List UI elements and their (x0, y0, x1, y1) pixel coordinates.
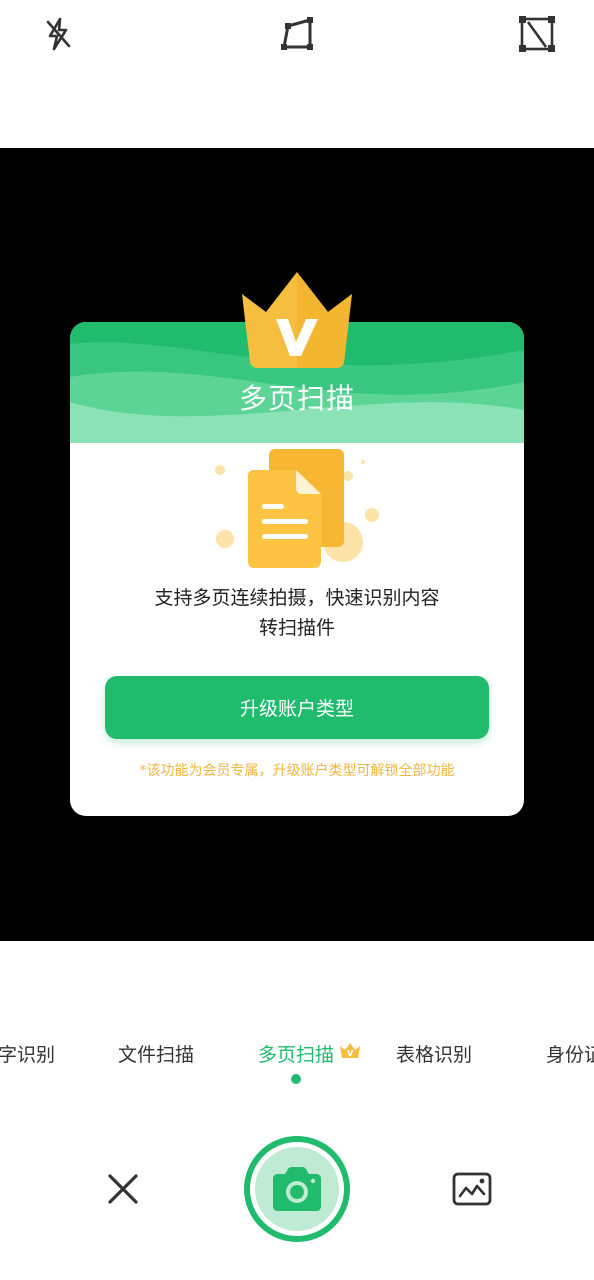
description-line-1: 支持多页连续拍摄，快速识别内容 (154, 587, 440, 609)
crop-edge-icon[interactable] (275, 12, 319, 56)
camera-icon (273, 1167, 321, 1211)
description-line-2: 转扫描件 (258, 617, 335, 639)
membership-note: *该功能为会员专属，升级账户类型可解锁全部功能 (139, 763, 455, 779)
mode-tab-table-recognition[interactable]: 表格识别 (396, 1040, 472, 1067)
popup-title: 多页扫描 (238, 382, 355, 415)
upgrade-button-label: 升级账户类型 (239, 698, 354, 720)
close-icon[interactable] (104, 1170, 142, 1208)
mode-tab-multi-page-scan[interactable]: 多页扫描 (258, 1040, 334, 1067)
flash-off-icon[interactable] (36, 12, 80, 56)
vip-mini-crown-icon (339, 1042, 361, 1060)
mode-tab-id-card[interactable]: 身份证 (546, 1040, 594, 1067)
mode-tab-text-recognition[interactable]: 字识别 (0, 1040, 55, 1067)
vip-crown-icon (238, 272, 356, 372)
popup-description: 支持多页连续拍摄，快速识别内容 转扫描件 (70, 583, 524, 643)
gallery-icon[interactable] (451, 1171, 493, 1207)
scan-mode-selector: 字识别 文件扫描 多页扫描 表格识别 身份证 (0, 1040, 594, 1070)
shutter-button[interactable] (244, 1136, 350, 1242)
selected-mode-indicator (291, 1074, 301, 1084)
auto-crop-off-icon[interactable] (515, 12, 559, 56)
upgrade-account-button[interactable]: 升级账户类型 (105, 676, 489, 739)
top-toolbar (0, 0, 594, 148)
mode-tab-document-scan[interactable]: 文件扫描 (118, 1040, 194, 1067)
documents-icon (205, 444, 390, 574)
